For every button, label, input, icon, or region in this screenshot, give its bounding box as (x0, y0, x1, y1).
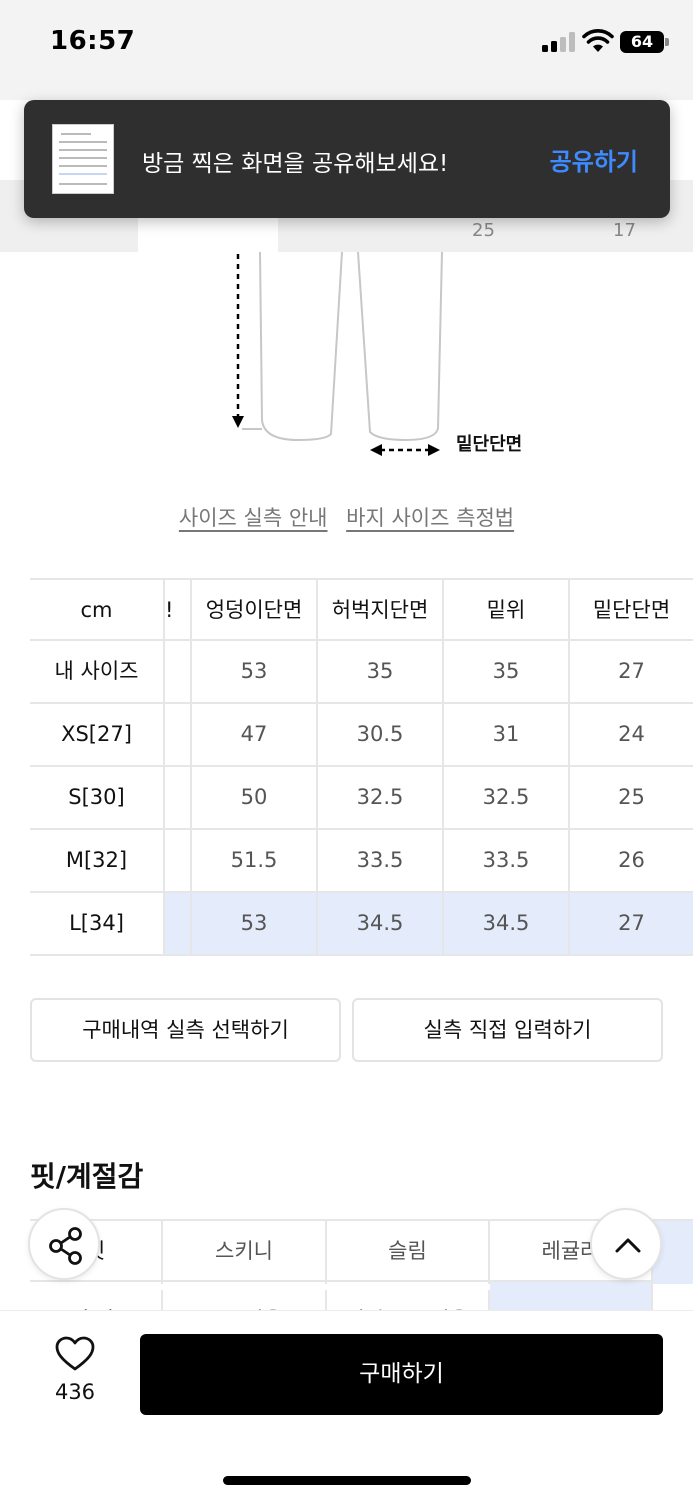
battery-icon: 64 (620, 31, 664, 53)
cut-cell (163, 641, 192, 702)
chevron-up-icon (615, 1238, 641, 1253)
home-indicator (223, 1476, 471, 1485)
table-header-rise: 밑위 (444, 580, 570, 641)
row-label: XS[27] (61, 722, 132, 746)
table-cell: 35 (444, 641, 570, 702)
table-header-unit: cm (80, 598, 113, 622)
like-count: 436 (54, 1380, 96, 1404)
table-header-row: cm ! 엉덩이단면 허벅지단면 밑위 밑단단면 (30, 578, 693, 641)
pants-diagram: 밑단단면 (232, 251, 522, 456)
table-cell: 32.5 (444, 767, 570, 828)
table-row[interactable]: XS[27] 47 30.5 31 24 (30, 704, 693, 767)
cut-cell (163, 767, 192, 828)
like-button[interactable] (40, 1336, 110, 1376)
manual-input-button[interactable]: 실측 직접 입력하기 (352, 998, 663, 1062)
heart-icon (55, 1336, 95, 1371)
texture-option-selected: 보통 (490, 1282, 653, 1312)
table-cell: 47 (192, 704, 318, 765)
table-row: 내 사이즈 53 35 35 27 (30, 641, 693, 704)
share-button[interactable]: 공유하기 (550, 142, 638, 177)
table-cell: 34.5 (318, 893, 444, 954)
status-bar: 16:57 64 (0, 0, 693, 100)
table-cell: 31 (444, 704, 570, 765)
table-cell: 27 (618, 659, 645, 683)
tab-count-2: 17 (613, 220, 636, 241)
hem-label: 밑단단면 (456, 434, 522, 454)
table-row-selected[interactable]: L[34] 53 34.5 34.5 27 (30, 893, 693, 956)
share-fab[interactable] (28, 1208, 100, 1280)
table-cell: 27 (570, 893, 693, 954)
texture-label: 촉감 (30, 1290, 163, 1312)
share-toast: 방금 찍은 화면을 공유해보세요! 공유하기 (24, 100, 670, 218)
share-icon (49, 1227, 82, 1265)
guide-links: 사이즈 실측 안내 바지 사이즈 측정법 (0, 502, 693, 532)
cut-cell (163, 830, 192, 891)
table-cell: 33.5 (444, 830, 570, 891)
table-cell: 50 (192, 767, 318, 828)
table-cell: 26 (618, 848, 645, 872)
table-row[interactable]: M[32] 51.5 33.5 33.5 26 (30, 830, 693, 893)
tab-count-1: 25 (472, 220, 495, 241)
table-cell: 33.5 (318, 830, 444, 891)
table-header-cut: ! (163, 580, 192, 641)
section-title-fit: 핏/계절감 (30, 1160, 144, 1193)
fit-option: 슬림 (327, 1221, 490, 1284)
size-table: cm ! 엉덩이단면 허벅지단면 밑위 밑단단면 내 사이즈 53 35 35 … (30, 578, 693, 956)
table-cell: 35 (318, 641, 444, 702)
table-header-hip: 엉덩이단면 (192, 580, 318, 641)
signal-icon (542, 32, 576, 52)
screenshot-thumbnail[interactable] (52, 124, 114, 194)
texture-row: 촉감 부드러움 약간 부드러움 보통 (30, 1282, 693, 1312)
table-cell: 24 (618, 722, 645, 746)
cut-cell (163, 893, 192, 954)
table-header-thigh: 허벅지단면 (318, 580, 444, 641)
row-label: 내 사이즈 (54, 659, 139, 683)
status-time: 16:57 (50, 26, 136, 56)
table-cell: 53 (192, 641, 318, 702)
table-cell: 30.5 (318, 704, 444, 765)
texture-option: 부드러움 (163, 1290, 327, 1312)
buy-button[interactable]: 구매하기 (140, 1334, 663, 1415)
table-cell: 25 (618, 785, 645, 809)
fit-option: 스키니 (163, 1221, 327, 1284)
toast-message: 방금 찍은 화면을 공유해보세요! (142, 151, 449, 177)
row-label: M[32] (65, 848, 128, 872)
table-cell: 32.5 (318, 767, 444, 828)
table-cell: 53 (192, 893, 318, 954)
battery-cap (665, 38, 669, 46)
table-cell: 51.5 (192, 830, 318, 891)
measure-method-link[interactable]: 바지 사이즈 측정법 (346, 506, 514, 530)
table-row[interactable]: S[30] 50 32.5 32.5 25 (30, 767, 693, 830)
table-header-hem: 밑단단면 (592, 598, 671, 622)
wifi-icon (582, 29, 614, 52)
size-guide-link[interactable]: 사이즈 실측 안내 (179, 506, 328, 530)
row-label: L[34] (69, 911, 124, 935)
row-label: S[30] (68, 785, 125, 809)
texture-option: 약간 부드러움 (327, 1290, 490, 1312)
table-cell: 34.5 (444, 893, 570, 954)
cut-cell (163, 704, 192, 765)
select-purchase-history-button[interactable]: 구매내역 실측 선택하기 (30, 998, 341, 1062)
scroll-top-fab[interactable] (590, 1208, 662, 1280)
